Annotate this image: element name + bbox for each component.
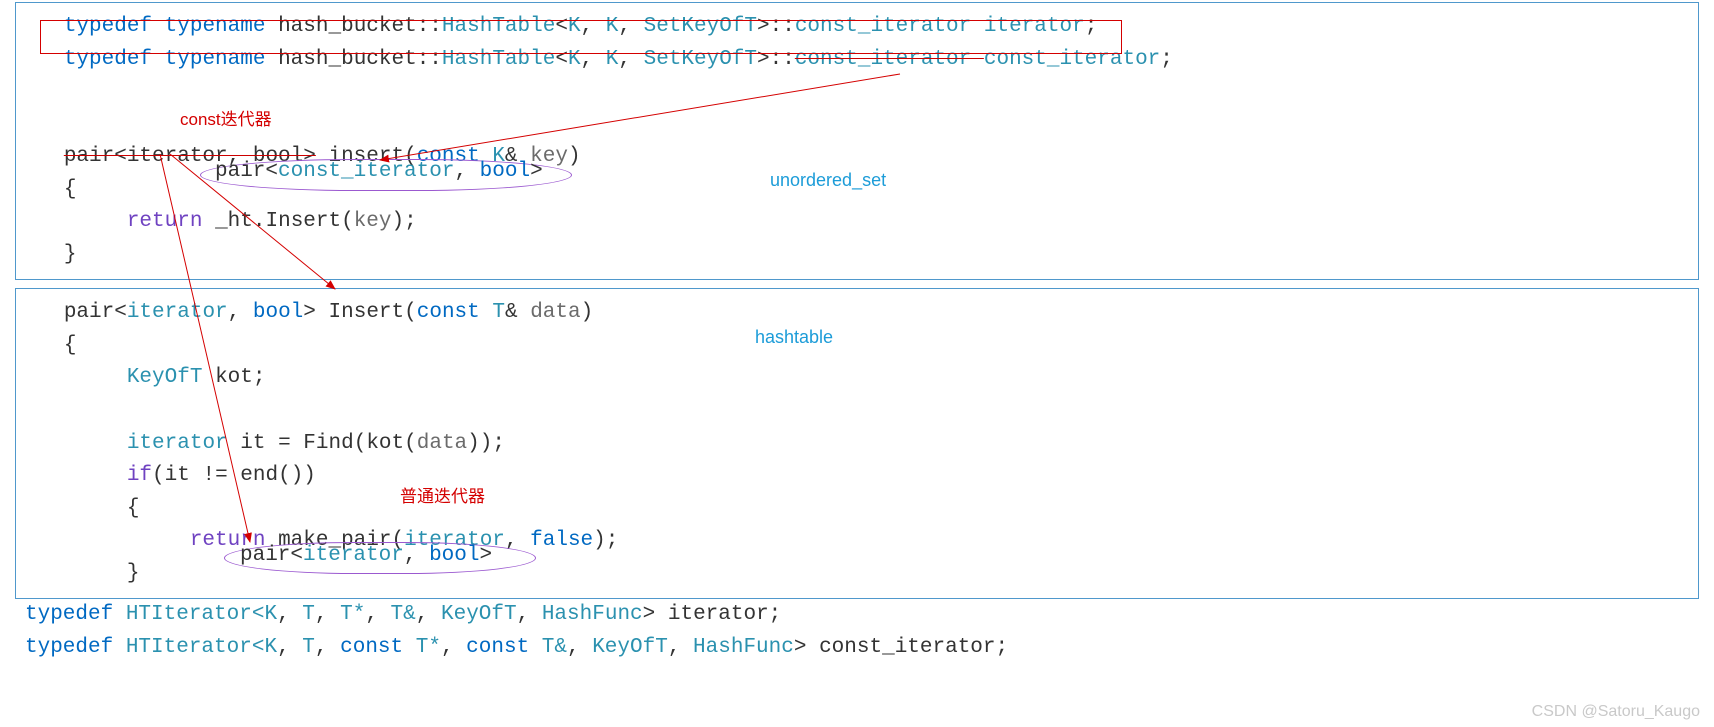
code-box-unordered-set: typedef typename hash_bucket::HashTable<… <box>15 2 1699 280</box>
bottom-typedefs: typedef HTIterator<K, T, T*, T&, KeyOfT,… <box>0 599 1714 664</box>
annot-normal-iterator: 普通迭代器 <box>400 482 485 507</box>
annot-const-iterator: const迭代器 <box>180 105 272 130</box>
watermark: CSDN @Satoru_Kaugo <box>1532 703 1700 721</box>
bubble-const-iterator-text: pair<const_iterator, bool> <box>215 160 543 183</box>
code-block-1: typedef typename hash_bucket::HashTable<… <box>26 11 1688 271</box>
bubble-iterator-text: pair<iterator, bool> <box>240 544 492 567</box>
annot-unordered-set: unordered_set <box>770 170 886 191</box>
typedef-lines: typedef HTIterator<K, T, T*, T&, KeyOfT,… <box>25 599 1689 664</box>
annot-hashtable: hashtable <box>755 327 833 348</box>
